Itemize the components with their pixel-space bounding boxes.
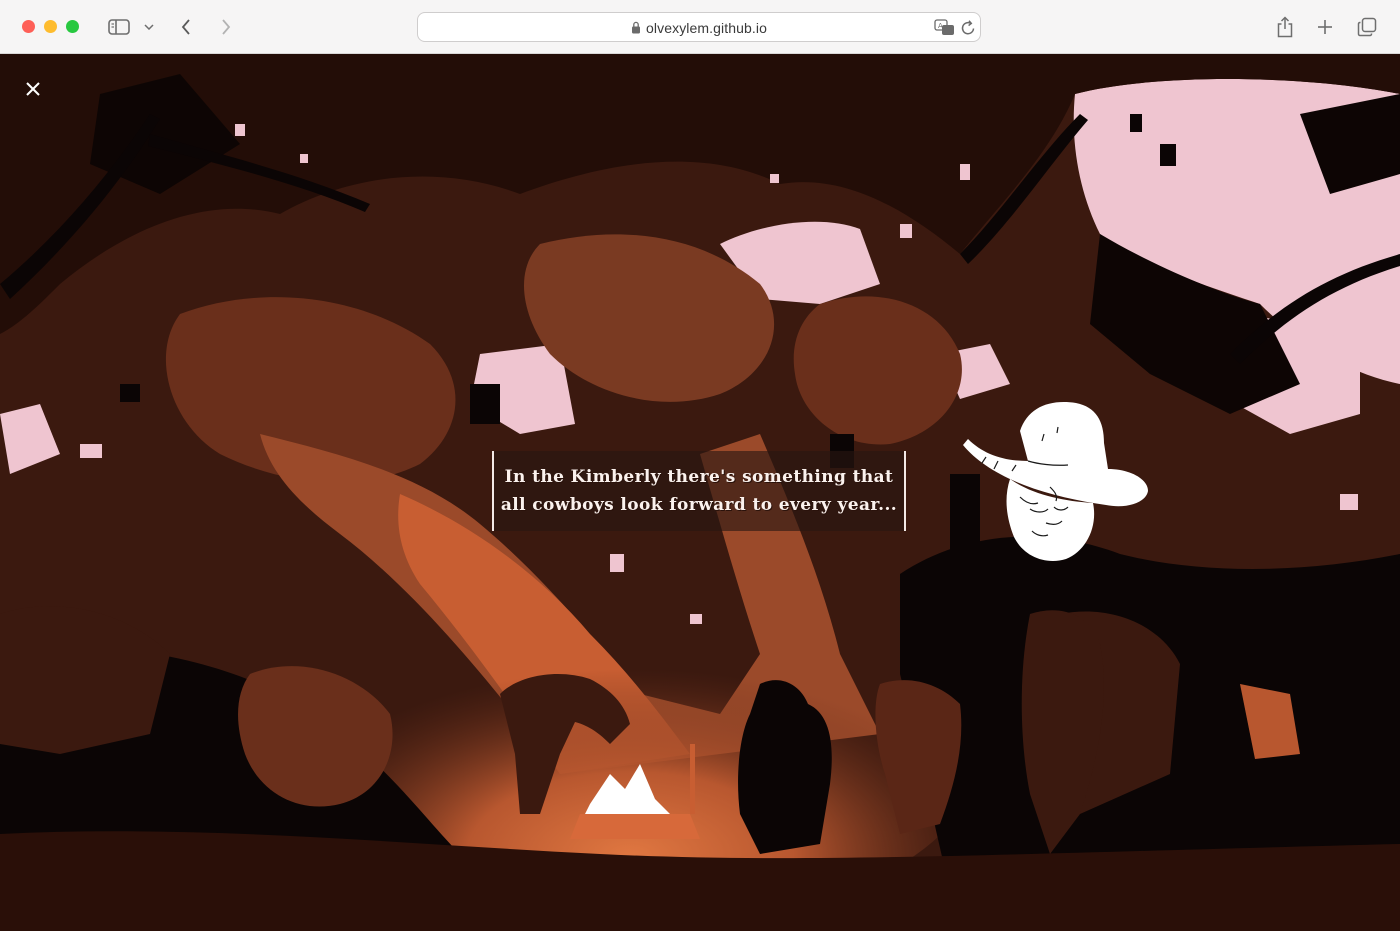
share-icon[interactable] bbox=[1274, 12, 1296, 42]
svg-text:A: A bbox=[938, 22, 943, 30]
minimize-window-button[interactable] bbox=[44, 20, 57, 33]
tab-overview-icon[interactable] bbox=[1356, 12, 1378, 42]
plus-icon[interactable] bbox=[1315, 12, 1335, 42]
close-icon[interactable] bbox=[22, 78, 44, 100]
caption-line-2: all cowboys look forward to every year..… bbox=[500, 495, 898, 515]
url-text: olvexylem.github.io bbox=[418, 20, 980, 36]
browser-toolbar: olvexylem.github.io A bbox=[0, 0, 1400, 54]
zoom-window-button[interactable] bbox=[66, 20, 79, 33]
url-label: olvexylem.github.io bbox=[646, 20, 767, 36]
sidebar-icon[interactable] bbox=[106, 12, 132, 42]
translate-icon[interactable]: A bbox=[934, 19, 956, 36]
close-window-button[interactable] bbox=[22, 20, 35, 33]
page-content: In the Kimberly there's something that a… bbox=[0, 54, 1400, 931]
story-caption-text: In the Kimberly there's something that a… bbox=[501, 463, 897, 519]
lock-icon bbox=[632, 21, 641, 34]
story-caption-box: In the Kimberly there's something that a… bbox=[492, 451, 906, 531]
browser-window: olvexylem.github.io A In the Kimberly th… bbox=[0, 0, 1400, 931]
caption-line-1: In the Kimberly there's something that bbox=[504, 467, 894, 487]
chevron-left-icon[interactable] bbox=[176, 12, 196, 42]
chevron-right-icon[interactable] bbox=[216, 12, 236, 42]
cowboy-head-icon[interactable] bbox=[958, 399, 1154, 574]
reload-icon[interactable] bbox=[961, 20, 976, 36]
chevron-down-icon[interactable] bbox=[142, 12, 156, 42]
address-bar[interactable]: olvexylem.github.io A bbox=[417, 12, 981, 42]
